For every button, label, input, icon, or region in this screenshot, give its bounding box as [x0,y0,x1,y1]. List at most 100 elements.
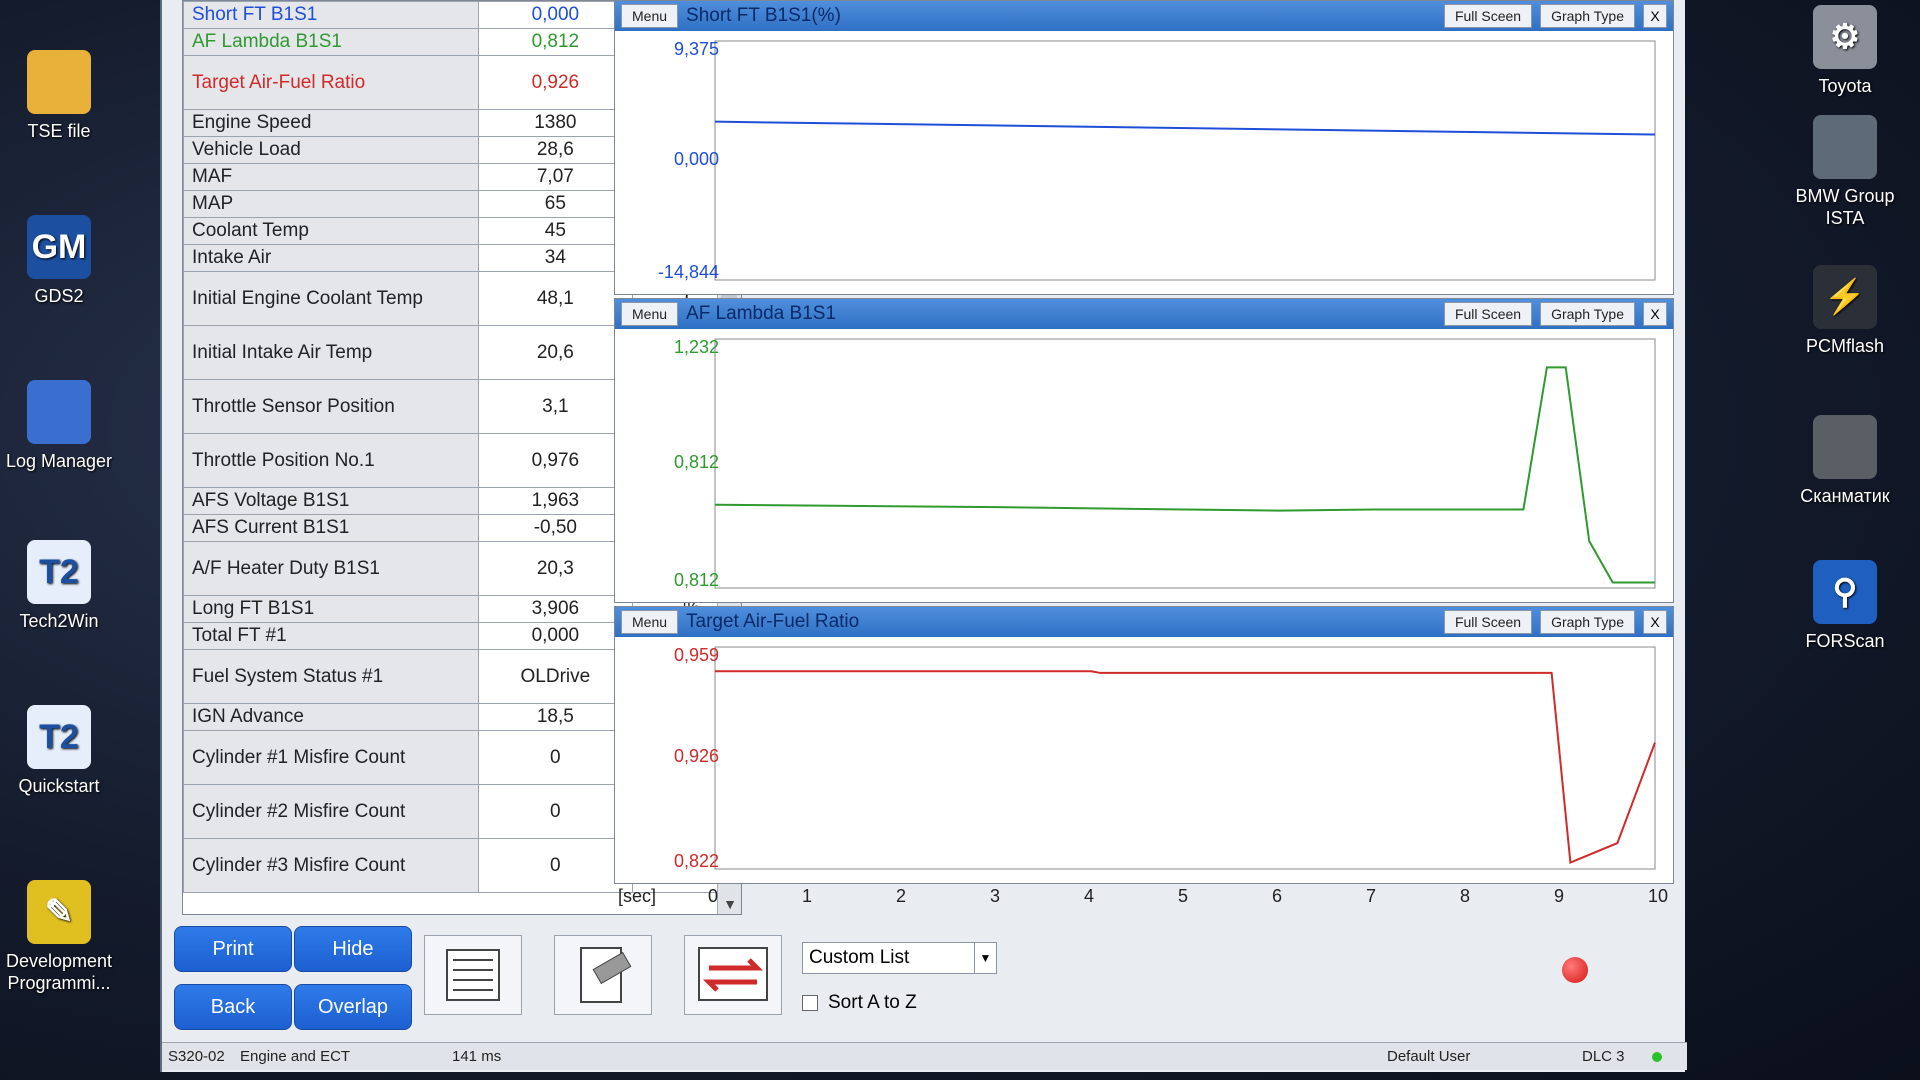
refresh-list-tool[interactable] [684,935,782,1015]
param-value: 3,1 [477,379,634,434]
param-name: Initial Intake Air Temp [183,325,479,380]
param-value: 7,07 [477,163,634,191]
log-icon [27,380,91,444]
time-tick-label: 9 [1554,886,1565,906]
param-value: 48,1 [477,271,634,326]
time-tick-label: 3 [990,886,1001,906]
graph-type-button[interactable]: Graph Type [1540,302,1635,326]
param-name: Vehicle Load [183,136,479,164]
param-name: Throttle Position No.1 [183,433,479,488]
graph-short-ft: Menu Short FT B1S1(%) Full Sceen Graph T… [614,0,1674,295]
param-name: Short FT B1S1 [183,1,479,29]
param-value: 1380 [477,109,634,137]
record-button[interactable] [1562,957,1588,983]
y-tick-label: 0,822 [673,851,719,871]
close-graph-button[interactable]: X [1643,302,1667,326]
param-value: 0,000 [477,622,634,650]
dropdown-value: Custom List [809,947,910,968]
param-value: 1,963 [477,487,634,515]
chevron-down-icon[interactable]: ▼ [974,943,996,973]
chart-plot [714,338,1656,589]
sort-checkbox[interactable] [802,995,818,1011]
param-name: Long FT B1S1 [183,595,479,623]
param-name: Initial Engine Coolant Temp [183,271,479,326]
param-value: 0,926 [477,55,634,110]
graph-menu-button[interactable]: Menu [621,610,679,634]
param-value: 0,000 [477,1,634,29]
time-tick-label: 0 [708,886,719,906]
sort-label: Sort A to Z [828,992,917,1013]
desktop-icon-label: Tech2Win [19,611,99,631]
time-tick-label: 2 [896,886,907,906]
param-name: Cylinder #2 Misfire Count [183,784,479,839]
status-dlc: DLC 3 [1582,1048,1625,1065]
graph-af-lambda: Menu AF Lambda B1S1 Full Sceen Graph Typ… [614,298,1674,603]
Tech2-icon: T2 [27,540,91,604]
list-view-tool[interactable] [424,935,522,1015]
hide-button[interactable]: Hide [294,926,412,972]
graph-target-afr: Menu Target Air-Fuel Ratio Full Sceen Gr… [614,606,1674,884]
desktop-icon-label: Log Manager [5,451,113,471]
folder-icon [27,50,91,114]
param-value: 0 [477,838,634,893]
param-value: -0,50 [477,514,634,542]
desktop-icon[interactable]: Сканматик [1780,415,1910,507]
desktop-icon[interactable]: ⚡ PCMflash [1780,265,1910,357]
desktop-icon[interactable]: Log Manager [0,380,124,472]
param-value: 65 [477,190,634,218]
Tech2-icon: T2 [27,705,91,769]
print-button[interactable]: Print [174,926,292,972]
connection-led [1652,1052,1662,1062]
param-name: Fuel System Status #1 [183,649,479,704]
y-tick-label: 0,959 [673,645,719,665]
graph-menu-button[interactable]: Menu [621,302,679,326]
snapshot-tool[interactable] [554,935,652,1015]
GM-icon: GM [27,215,91,279]
full-screen-button[interactable]: Full Sceen [1443,4,1533,28]
param-value: 0 [477,730,634,785]
desktop-icon[interactable]: TSE file [0,50,124,142]
plot-frame [714,40,1656,281]
desktop-icon[interactable]: ⚲ FORScan [1780,560,1910,652]
desktop-icon[interactable]: GM GDS2 [0,215,124,307]
full-screen-button[interactable]: Full Sceen [1443,302,1533,326]
close-graph-button[interactable]: X [1643,610,1667,634]
y-tick-label: 1,232 [673,337,719,357]
ISTA-icon [1813,115,1877,179]
desktop-icon[interactable]: ✎ Development Programmi... [0,880,124,994]
desktop-icon[interactable]: T2 Tech2Win [0,540,124,632]
param-name: Total FT #1 [183,622,479,650]
desktop-icon[interactable]: T2 Quickstart [0,705,124,797]
status-time: 141 ms [452,1048,502,1065]
close-graph-button[interactable]: X [1643,4,1667,28]
param-value: 20,6 [477,325,634,380]
pen-icon: ✎ [27,880,91,944]
param-name: Cylinder #1 Misfire Count [183,730,479,785]
back-button[interactable]: Back [174,984,292,1030]
time-axis-unit: [sec] [618,886,657,906]
param-value: 0 [477,784,634,839]
list-icon [446,949,500,1001]
custom-list-dropdown[interactable]: Custom List ▼ [802,942,997,974]
full-screen-button[interactable]: Full Sceen [1443,610,1533,634]
sort-a-to-z[interactable]: Sort A to Z [802,992,917,1014]
desktop-icon[interactable]: ⚙ Toyota [1780,5,1910,97]
param-name: Throttle Sensor Position [183,379,479,434]
graph-type-button[interactable]: Graph Type [1540,610,1635,634]
desktop-icon-label: Quickstart [18,776,100,796]
param-name: Intake Air [183,244,479,272]
y-tick-label: -14,844 [657,262,719,282]
graph-title: Short FT B1S1(%) [686,5,841,26]
graph-type-button[interactable]: Graph Type [1540,4,1635,28]
param-name: A/F Heater Duty B1S1 [183,541,479,596]
overlap-button[interactable]: Overlap [294,984,412,1030]
desktop-icon-label: PCMflash [1805,336,1885,356]
y-tick-label: 0,812 [673,570,719,590]
time-tick-label: 7 [1366,886,1377,906]
param-name: Target Air-Fuel Ratio [183,55,479,110]
status-bar: S320-02 Engine and ECT 141 ms Default Us… [162,1042,1687,1070]
graph-menu-button[interactable]: Menu [621,4,679,28]
desktop-icon-label: GDS2 [34,286,84,306]
desktop-icon[interactable]: BMW Group ISTA [1780,115,1910,229]
param-value: 28,6 [477,136,634,164]
